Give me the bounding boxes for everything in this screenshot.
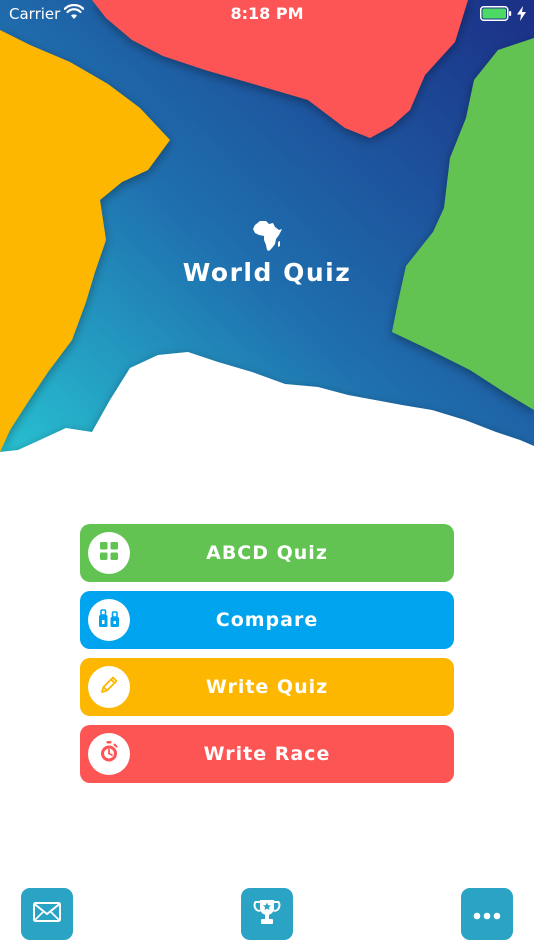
write-race-label: Write Race xyxy=(203,743,331,765)
charging-bolt-icon xyxy=(517,6,526,25)
more-icon xyxy=(473,905,501,924)
compare-button[interactable]: Compare xyxy=(80,591,454,649)
app-title: World Quiz xyxy=(182,258,352,287)
trophy-icon xyxy=(253,898,281,930)
leaderboard-button[interactable] xyxy=(241,888,293,940)
compare-label: Compare xyxy=(215,609,319,631)
more-button[interactable] xyxy=(461,888,513,940)
abcd-quiz-label: ABCD Quiz xyxy=(206,542,328,564)
main-menu: ABCD Quiz Compare Write Quiz Write Race xyxy=(80,524,454,792)
status-bar: Carrier 8:18 PM xyxy=(0,0,534,28)
app-brand: World Quiz xyxy=(0,220,534,287)
africa-continent-icon xyxy=(252,220,282,256)
mail-icon xyxy=(33,902,61,926)
status-time: 8:18 PM xyxy=(230,4,304,23)
battery-icon xyxy=(480,6,512,25)
abcd-quiz-button[interactable]: ABCD Quiz xyxy=(80,524,454,582)
write-quiz-label: Write Quiz xyxy=(205,676,329,698)
write-quiz-button[interactable]: Write Quiz xyxy=(80,658,454,716)
mail-button[interactable] xyxy=(21,888,73,940)
write-race-button[interactable]: Write Race xyxy=(80,725,454,783)
